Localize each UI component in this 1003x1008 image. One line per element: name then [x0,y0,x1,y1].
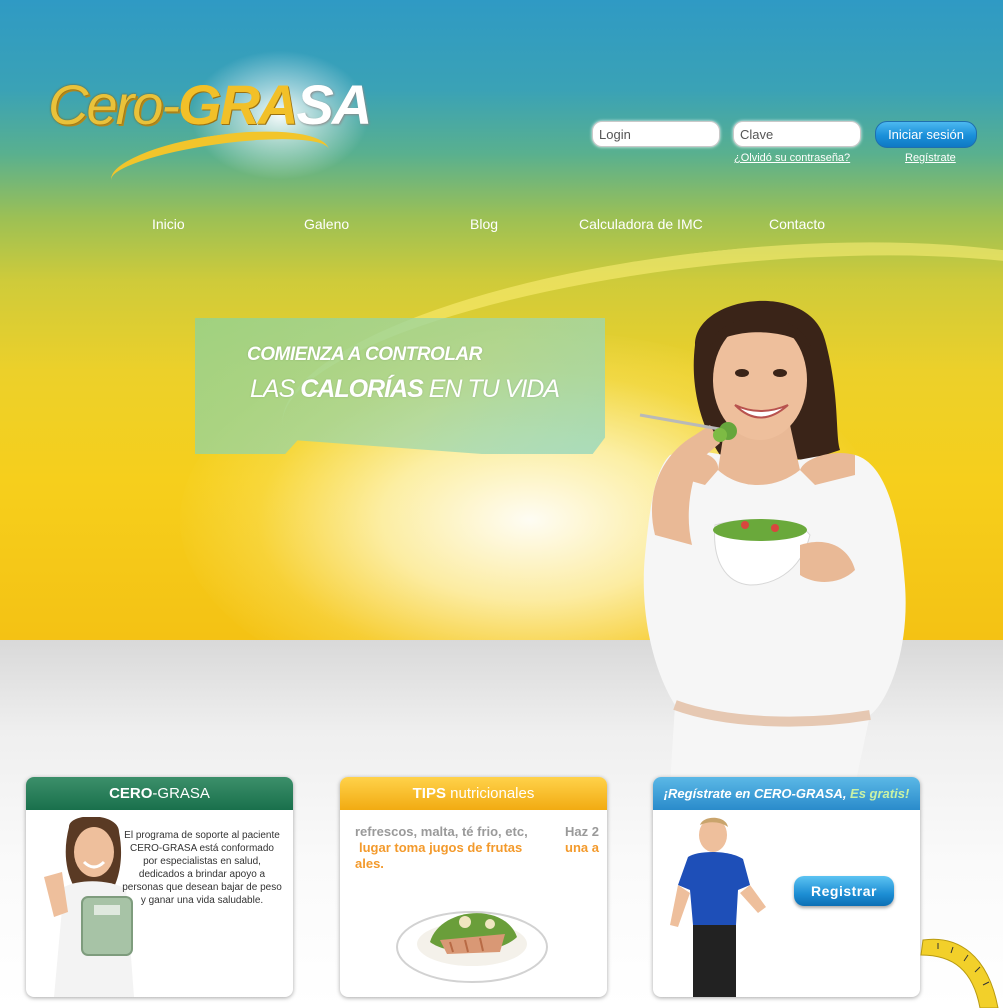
hero-subheadline-calorias: CALORÍAS [300,375,424,403]
logo-text-cero: Cero- [48,73,180,136]
tips-card-header: TIPS nutricionales [340,777,607,810]
logo-text: Cero-GRASA [48,72,372,137]
register-card-title-a: ¡Regístrate en CERO-GRASA, [663,786,847,801]
tips-card-title-b: nutricionales [445,785,535,802]
register-card-header: ¡Regístrate en CERO-GRASA, Es gratis! [653,777,920,810]
logo-text-sa: SA [296,73,372,136]
measuring-tape-decoration [920,938,999,1008]
tips-card-title-a: TIPS [412,785,446,802]
about-card-header: CERO-GRASA [26,777,293,810]
nav-item-calculadora[interactable]: Calculadora de IMC [579,216,703,232]
salad-plate-image [396,911,548,983]
hero-headline: COMIENZA A CONTROLAR [247,344,482,365]
register-card: ¡Regístrate en CERO-GRASA, Es gratis! Re… [653,777,920,997]
login-button[interactable]: Iniciar sesión [875,121,977,148]
tips-text-line2-next: una a [565,840,599,855]
tips-text-line1: refrescos, malta, té frio, etc, [355,824,528,839]
about-card-title-a: CERO [109,785,153,802]
hero-subheadline-vida: EN TU VIDA [428,375,560,403]
tips-text-line3: ales. [355,856,384,871]
tips-text-line2: lugar toma jugos de frutas [359,840,523,855]
hero-subheadline-las: LAS [250,375,295,403]
woman-eating-salad-image [639,300,906,785]
hero-subheadline: LAS CALORÍAS EN TU VIDA [250,375,560,404]
nav-item-contacto[interactable]: Contacto [769,216,825,232]
nav-item-galeno[interactable]: Galeno [304,216,349,232]
register-link[interactable]: Regístrate [905,152,956,164]
nav-item-inicio[interactable]: Inicio [152,216,185,232]
about-card-text: El programa de soporte al paciente CERO-… [122,830,282,906]
nav-item-blog[interactable]: Blog [470,216,498,232]
login-input[interactable] [592,121,720,147]
tips-text-line1-next: Haz 2 [565,824,599,839]
password-input[interactable] [733,121,861,147]
man-athlete-image [670,817,766,997]
about-card: CERO-GRASA El programa de soporte al pac… [26,777,293,997]
registrar-button[interactable]: Registrar [794,876,894,906]
register-card-title-b: Es gratis! [846,786,910,801]
about-card-title-b: -GRASA [152,785,210,802]
tips-card: TIPS nutricionales refrescos, malta, té … [340,777,607,997]
logo-text-gra: GRA [178,73,298,136]
site-logo[interactable]: Cero-GRASA [40,50,380,211]
forgot-password-link[interactable]: ¿Olvidó su contraseña? [734,152,850,164]
